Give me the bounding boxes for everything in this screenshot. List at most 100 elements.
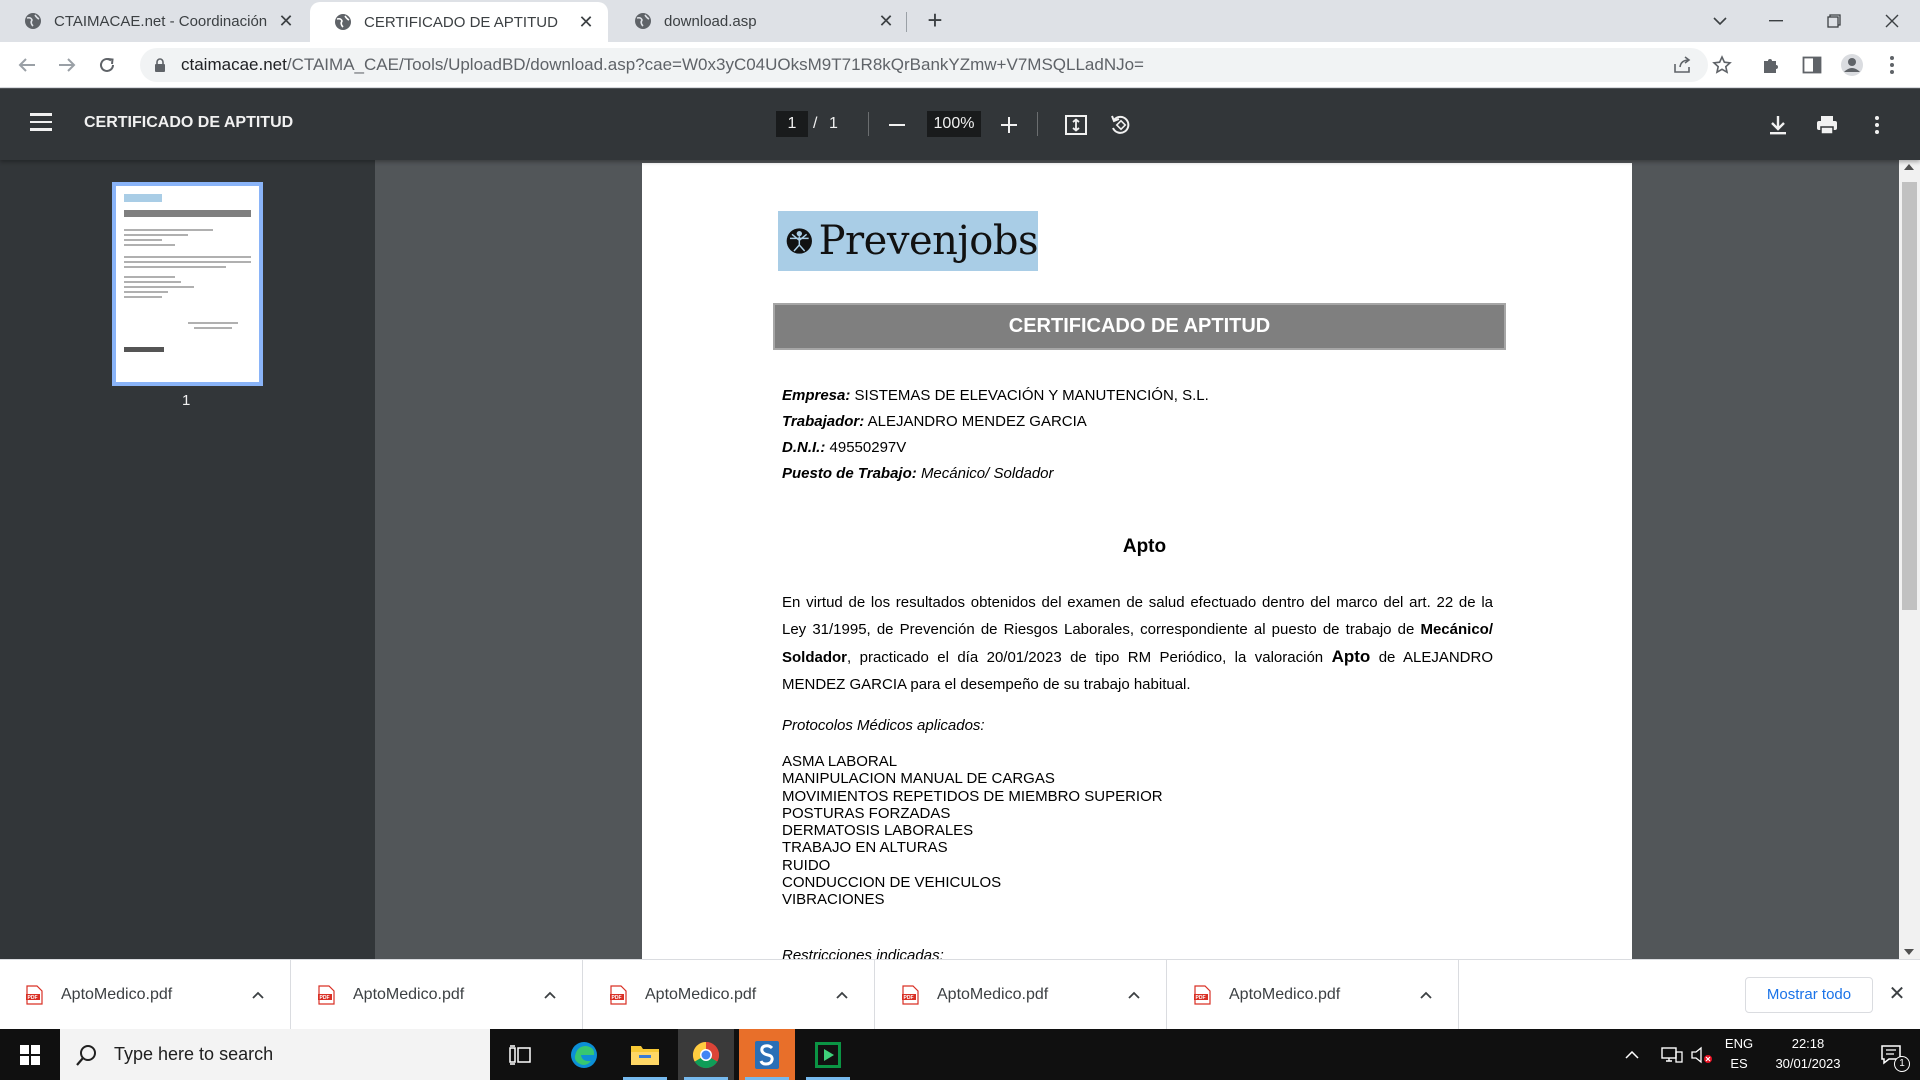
- thumbnail-heading: [124, 210, 251, 217]
- restore-button[interactable]: [1806, 0, 1862, 42]
- download-item[interactable]: PDF AptoMedico.pdf: [876, 960, 1167, 1030]
- tab-search-button[interactable]: [1692, 0, 1748, 42]
- show-hidden-icons-button[interactable]: [1620, 1029, 1644, 1080]
- close-icon[interactable]: ✕: [276, 11, 296, 31]
- page-thumbnail[interactable]: [112, 182, 263, 386]
- new-tab-button[interactable]: +: [922, 7, 948, 34]
- taskbar-app-edge[interactable]: [556, 1029, 612, 1080]
- clock[interactable]: 22:18 30/01/2023: [1762, 1036, 1854, 1071]
- network-button[interactable]: [1658, 1029, 1686, 1080]
- download-item[interactable]: PDF AptoMedico.pdf: [1168, 960, 1459, 1030]
- pdf-more-button[interactable]: [1864, 112, 1890, 138]
- bookmark-star-icon[interactable]: [1712, 55, 1732, 75]
- thumbnail-line: [187, 322, 239, 324]
- search-icon: [76, 1044, 96, 1066]
- field-value: Mecánico/ Soldador: [920, 465, 1054, 482]
- pdf-file-icon: PDF: [1194, 985, 1211, 1005]
- field-value: ALEJANDRO MENDEZ GARCIA: [867, 413, 1087, 430]
- sidebar-toggle-button[interactable]: [30, 113, 52, 131]
- zoom-out-button[interactable]: [884, 112, 910, 138]
- globe-icon: [25, 13, 41, 29]
- logo-text: Prevenjobs: [818, 218, 1039, 264]
- taskbar-app-green-player[interactable]: [800, 1029, 856, 1080]
- thumbnail-sidebar: 1: [0, 160, 375, 959]
- reload-button[interactable]: [92, 50, 122, 80]
- chevron-up-icon[interactable]: [246, 983, 270, 1007]
- task-view-button[interactable]: [492, 1029, 548, 1080]
- share-icon[interactable]: [1672, 56, 1692, 74]
- tab-download-asp[interactable]: download.asp ✕: [610, 0, 908, 42]
- close-icon[interactable]: ✕: [576, 12, 596, 32]
- document-viewport[interactable]: Prevenjobs CERTIFICADO DE APTITUD Empres…: [375, 160, 1899, 959]
- taskbar-app-file-explorer[interactable]: [617, 1029, 673, 1080]
- side-panel-button[interactable]: [1800, 53, 1824, 77]
- taskbar-search-input[interactable]: Type here to search: [60, 1029, 490, 1080]
- close-icon[interactable]: ✕: [876, 11, 896, 31]
- minimize-button[interactable]: [1748, 0, 1804, 42]
- download-item[interactable]: PDF AptoMedico.pdf: [0, 960, 291, 1030]
- field-value: 49550297V: [829, 439, 907, 456]
- show-all-downloads-button[interactable]: Mostrar todo: [1745, 977, 1873, 1013]
- scroll-down-arrow-icon[interactable]: [1904, 949, 1914, 955]
- page-total: 1: [829, 115, 838, 132]
- field-trabajador: Trabajador: ALEJANDRO MENDEZ GARCIA: [782, 413, 1087, 430]
- menu-icon-line: [30, 128, 52, 131]
- media-player-icon: [815, 1041, 841, 1068]
- page-number-input[interactable]: 1: [776, 111, 808, 137]
- thumbnail-logo: [124, 194, 162, 202]
- arrow-right-icon: [59, 58, 76, 72]
- download-button[interactable]: [1765, 112, 1791, 138]
- download-item[interactable]: PDF AptoMedico.pdf: [584, 960, 875, 1030]
- protocols-title: Protocolos Médicos aplicados:: [782, 717, 985, 734]
- field-label: Empresa:: [782, 387, 851, 404]
- scrollbar-thumb[interactable]: [1902, 182, 1917, 610]
- download-filename: AptoMedico.pdf: [937, 986, 1049, 1003]
- vertical-scrollbar[interactable]: [1899, 160, 1920, 959]
- zoom-in-button[interactable]: [996, 112, 1022, 138]
- tab-title: download.asp: [664, 12, 757, 30]
- extensions-button[interactable]: [1759, 53, 1783, 77]
- input-language[interactable]: ENG ES: [1718, 1036, 1760, 1071]
- close-window-button[interactable]: [1864, 0, 1920, 42]
- restrictions-title: Restricciones indicadas:: [782, 947, 944, 959]
- zoom-level-input[interactable]: 100%: [927, 111, 981, 137]
- notification-center-button[interactable]: 1: [1864, 1029, 1920, 1080]
- side-panel-icon: [1802, 56, 1822, 74]
- pdf-file-icon: PDF: [610, 985, 627, 1005]
- chevron-up-icon[interactable]: [1414, 983, 1438, 1007]
- chrome-icon: [692, 1041, 720, 1068]
- page-separator: /: [813, 115, 818, 132]
- download-item[interactable]: PDF AptoMedico.pdf: [292, 960, 583, 1030]
- print-button[interactable]: [1814, 112, 1840, 138]
- lock-icon[interactable]: [153, 58, 167, 72]
- taskbar-app-blue-s[interactable]: [739, 1029, 795, 1080]
- scroll-up-arrow-icon[interactable]: [1904, 164, 1914, 170]
- forward-button[interactable]: [52, 50, 82, 80]
- pdf-file-icon: PDF: [902, 985, 919, 1005]
- tab-title: CERTIFICADO DE APTITUD: [364, 13, 558, 31]
- tab-certificado[interactable]: CERTIFICADO DE APTITUD ✕: [310, 2, 608, 42]
- back-button[interactable]: [12, 50, 42, 80]
- chevron-up-icon[interactable]: [830, 983, 854, 1007]
- field-label: Puesto de Trabajo:: [782, 465, 917, 482]
- thumbnail-line: [124, 229, 213, 231]
- address-bar[interactable]: ctaimacae.net/CTAIMA_CAE/Tools/UploadBD/…: [140, 48, 1732, 82]
- chevron-up-icon[interactable]: [1122, 983, 1146, 1007]
- protocol-item: VIBRACIONES: [782, 891, 885, 909]
- globe-icon: [335, 14, 351, 30]
- fit-page-button[interactable]: [1063, 112, 1089, 138]
- profile-button[interactable]: [1840, 53, 1864, 77]
- volume-button[interactable]: [1689, 1029, 1715, 1080]
- chevron-up-icon[interactable]: [538, 983, 562, 1007]
- chevron-down-icon: [1713, 16, 1727, 25]
- taskbar-app-chrome[interactable]: [678, 1029, 734, 1080]
- plus-icon: [1001, 117, 1017, 133]
- close-shelf-button[interactable]: ✕: [1885, 982, 1909, 1006]
- start-button[interactable]: [0, 1029, 60, 1080]
- rotate-button[interactable]: [1107, 112, 1133, 138]
- tab-ctaimacae[interactable]: CTAIMACAE.net - Coordinación d ✕: [0, 0, 308, 42]
- browser-menu-button[interactable]: [1880, 53, 1904, 77]
- thumbnail-line: [193, 327, 232, 329]
- network-icon: [1661, 1046, 1683, 1063]
- paragraph-text: En virtud de los resultados obtenidos de…: [782, 594, 1493, 638]
